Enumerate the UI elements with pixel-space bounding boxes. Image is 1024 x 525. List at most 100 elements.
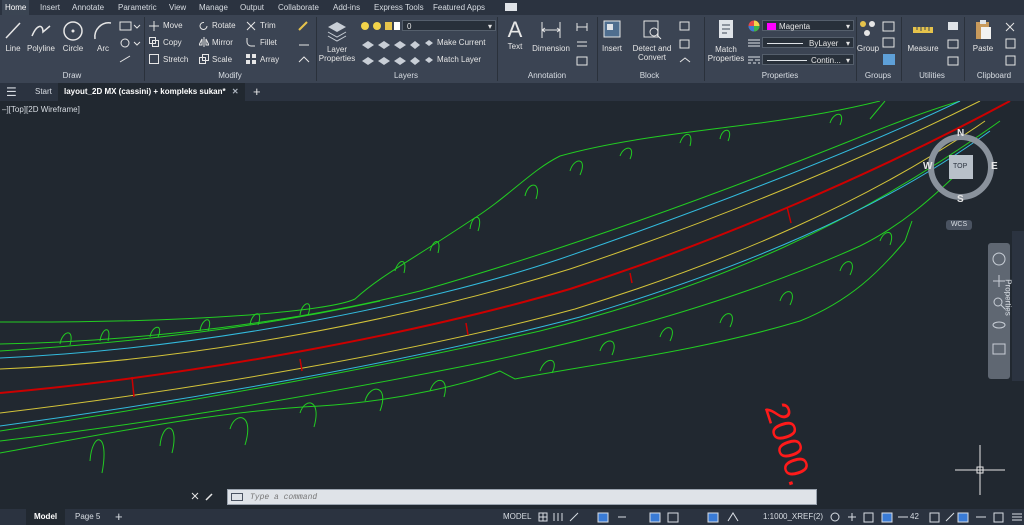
- compass-south[interactable]: S: [957, 194, 964, 205]
- page5-layout-tab[interactable]: Page 5: [75, 509, 100, 525]
- menu-tab-parametric[interactable]: Parametric: [118, 0, 157, 15]
- command-line[interactable]: [227, 489, 817, 505]
- menu-tab-featured-apps[interactable]: Featured Apps: [433, 0, 485, 15]
- close-icon[interactable]: ✕: [232, 87, 239, 96]
- start-tab[interactable]: Start: [35, 83, 52, 101]
- color-swatch: [767, 23, 776, 31]
- command-close-icons[interactable]: [190, 491, 226, 503]
- chainage-tick: [299, 358, 303, 372]
- new-layout-plus-icon[interactable]: +: [115, 509, 123, 525]
- annotation-small-icons[interactable]: [575, 20, 595, 68]
- insert-button[interactable]: Insert: [600, 18, 624, 53]
- modify-small-icons[interactable]: [297, 20, 311, 68]
- stretch-icon: [149, 54, 159, 64]
- clipboard-panel-label[interactable]: Clipboard: [964, 70, 1024, 82]
- menu-tab-express-tools[interactable]: Express Tools: [374, 0, 424, 15]
- orbit-icon[interactable]: [991, 317, 1007, 333]
- compass-west[interactable]: W: [923, 161, 932, 172]
- measure-button[interactable]: Measure: [903, 18, 943, 53]
- layer-properties-label-2: Properties: [318, 54, 356, 63]
- match-layer-button[interactable]: Match Layer: [437, 54, 481, 66]
- mirror-icon: [199, 37, 209, 47]
- viewcube-top-label[interactable]: TOP: [953, 163, 967, 170]
- utilities-panel-label[interactable]: Utilities: [901, 70, 963, 82]
- arc-button[interactable]: Arc: [91, 20, 115, 53]
- utilities-small-icons[interactable]: [946, 20, 962, 68]
- dimension-button[interactable]: Dimension: [530, 18, 572, 53]
- block-panel-label[interactable]: Block: [597, 70, 702, 82]
- copy-icon: [149, 37, 159, 47]
- move-button[interactable]: Move: [163, 20, 183, 32]
- text-icon: A: [507, 17, 523, 42]
- copy-button[interactable]: Copy: [163, 37, 182, 49]
- polyline-button[interactable]: Polyline: [26, 20, 56, 53]
- group-button[interactable]: Group: [856, 18, 880, 53]
- status-right-icons[interactable]: [928, 512, 1024, 523]
- annotation-panel-label[interactable]: Annotation: [497, 70, 597, 82]
- status-tool-icons[interactable]: [830, 512, 910, 523]
- command-history-icon[interactable]: [231, 493, 243, 501]
- groups-panel-label[interactable]: Groups: [856, 70, 900, 82]
- showmotion-icon[interactable]: [991, 341, 1007, 357]
- new-tab-plus-icon[interactable]: +: [253, 83, 261, 101]
- detect-convert-button[interactable]: Detect and Convert: [630, 18, 674, 62]
- fillet-button[interactable]: Fillet: [260, 37, 277, 49]
- color-dropdown[interactable]: Magenta ▾: [762, 20, 854, 31]
- layer-properties-button[interactable]: Layer Properties: [318, 19, 356, 63]
- scale-button[interactable]: Scale: [212, 54, 232, 66]
- hamburger-menu-icon[interactable]: ☰: [6, 83, 17, 101]
- menu-tab-collaborate[interactable]: Collaborate: [278, 0, 319, 15]
- ribbon-toggle-icon[interactable]: [505, 3, 517, 11]
- paste-button[interactable]: Paste: [968, 18, 998, 53]
- properties-panel-label[interactable]: Properties: [704, 70, 856, 82]
- line-button[interactable]: Line: [2, 20, 24, 53]
- linetype-dropdown[interactable]: Contin... ▾: [762, 54, 854, 65]
- outer-lower-line: [0, 120, 1001, 432]
- lineweight-dropdown[interactable]: ByLayer ▾: [762, 37, 854, 48]
- drawing-tab[interactable]: layout_2D MX (cassini) + kompleks sukan*…: [58, 83, 245, 101]
- command-input[interactable]: [250, 492, 790, 503]
- drawing-viewport[interactable]: –][Top][2D Wireframe] 2000. N S E W TOP …: [0, 101, 1024, 509]
- trim-button[interactable]: Trim: [260, 20, 276, 32]
- menu-tab-view[interactable]: View: [169, 0, 186, 15]
- mirror-button[interactable]: Mirror: [212, 37, 233, 49]
- block-small-icons[interactable]: [678, 20, 698, 68]
- menu-tab-annotate[interactable]: Annotate: [72, 0, 104, 15]
- properties-palette-tab[interactable]: Properties: [1004, 231, 1024, 381]
- model-space-toggle[interactable]: MODEL: [503, 509, 531, 525]
- drafting-toggle-icons[interactable]: [538, 512, 758, 523]
- array-button[interactable]: Array: [260, 54, 279, 66]
- fillet-icon: [246, 38, 255, 47]
- clipboard-small-icons[interactable]: [1004, 20, 1020, 68]
- match-properties-button[interactable]: Match Properties: [706, 17, 746, 63]
- text-button[interactable]: A Text: [501, 17, 529, 52]
- groups-small-icons[interactable]: [882, 20, 898, 68]
- menu-tab-home[interactable]: Home: [2, 0, 30, 15]
- menu-tab-addins[interactable]: Add-ins: [333, 0, 360, 15]
- menu-tab-output[interactable]: Output: [240, 0, 264, 15]
- modify-panel-label[interactable]: Modify: [144, 70, 316, 82]
- menu-tab-insert[interactable]: Insert: [40, 0, 60, 15]
- viewport-label[interactable]: –][Top][2D Wireframe]: [2, 105, 80, 114]
- line-preview: [767, 60, 807, 62]
- layers-panel-label[interactable]: Layers: [316, 70, 496, 82]
- measure-label: Measure: [907, 44, 939, 53]
- menu-bar: Home Insert Annotate Parametric View Man…: [0, 0, 1024, 15]
- draw-panel-label[interactable]: Draw: [0, 70, 144, 82]
- stretch-button[interactable]: Stretch: [163, 54, 188, 66]
- draw-small-icons[interactable]: [118, 20, 144, 68]
- model-layout-tab[interactable]: Model: [26, 509, 66, 525]
- make-current-button[interactable]: Make Current: [437, 37, 485, 49]
- menu-tab-manage[interactable]: Manage: [199, 0, 228, 15]
- steering-wheel-icon[interactable]: [991, 251, 1007, 267]
- compass-north[interactable]: N: [957, 128, 964, 139]
- rotate-button[interactable]: Rotate: [212, 20, 236, 32]
- compass-east[interactable]: E: [991, 161, 998, 172]
- layer-dropdown[interactable]: 0 ▾: [402, 20, 496, 31]
- circle-button[interactable]: Circle: [60, 20, 86, 53]
- annotation-scale[interactable]: 1:1000_XREF(2): [763, 509, 823, 525]
- circle-icon: [63, 21, 83, 41]
- wcs-menu[interactable]: WCS: [946, 220, 972, 230]
- layer-tool-icons[interactable]: [360, 37, 420, 65]
- arc-icon: [94, 22, 112, 40]
